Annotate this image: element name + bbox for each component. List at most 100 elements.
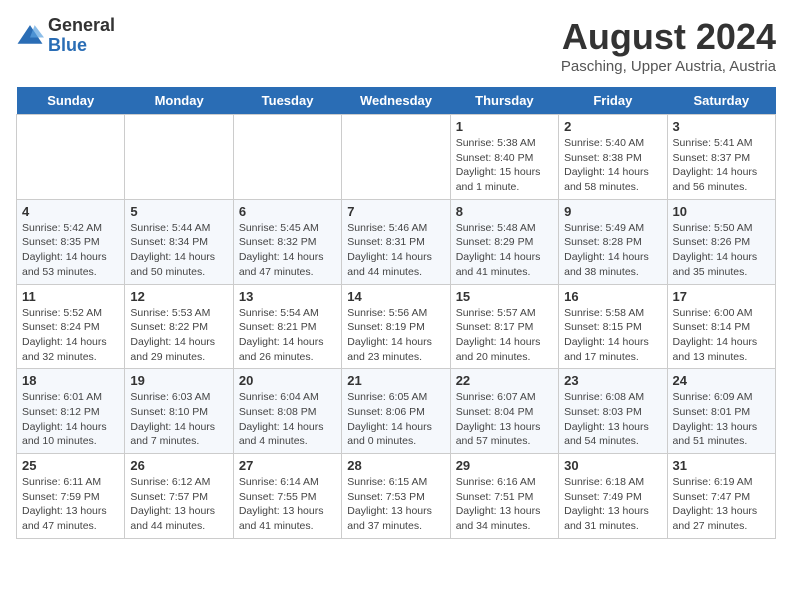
- date-number: 30: [564, 458, 661, 473]
- cell-info: Sunrise: 5:52 AMSunset: 8:24 PMDaylight:…: [22, 306, 119, 365]
- cell-info: Sunrise: 5:58 AMSunset: 8:15 PMDaylight:…: [564, 306, 661, 365]
- cell-info: Sunrise: 5:56 AMSunset: 8:19 PMDaylight:…: [347, 306, 444, 365]
- week-row-1: 1Sunrise: 5:38 AMSunset: 8:40 PMDaylight…: [17, 115, 776, 200]
- date-number: 18: [22, 373, 119, 388]
- main-title: August 2024: [561, 16, 776, 58]
- calendar-cell: [17, 115, 125, 200]
- date-number: 16: [564, 289, 661, 304]
- header-row: SundayMondayTuesdayWednesdayThursdayFrid…: [17, 87, 776, 115]
- cell-info: Sunrise: 6:14 AMSunset: 7:55 PMDaylight:…: [239, 475, 336, 534]
- date-number: 3: [673, 119, 770, 134]
- calendar-cell: 31 Sunrise: 6:19 AMSunset: 7:47 PMDayligh…: [667, 454, 775, 539]
- cell-info: Sunrise: 6:12 AMSunset: 7:57 PMDaylight:…: [130, 475, 227, 534]
- cell-info: Sunrise: 5:54 AMSunset: 8:21 PMDaylight:…: [239, 306, 336, 365]
- date-number: 28: [347, 458, 444, 473]
- week-row-5: 25Sunrise: 6:11 AMSunset: 7:59 PMDayligh…: [17, 454, 776, 539]
- calendar-cell: 21Sunrise: 6:05 AMSunset: 8:06 PMDayligh…: [342, 369, 450, 454]
- calendar-cell: 5 Sunrise: 5:44 AMSunset: 8:34 PMDaylight…: [125, 199, 233, 284]
- date-number: 9: [564, 204, 661, 219]
- cell-info: Sunrise: 6:00 AMSunset: 8:14 PMDaylight:…: [673, 306, 770, 365]
- cell-info: Sunrise: 5:53 AMSunset: 8:22 PMDaylight:…: [130, 306, 227, 365]
- logo: General Blue: [16, 16, 115, 56]
- header: General Blue August 2024 Pasching, Upper…: [16, 16, 776, 75]
- calendar-cell: 8 Sunrise: 5:48 AMSunset: 8:29 PMDaylight…: [450, 199, 558, 284]
- calendar-cell: 3Sunrise: 5:41 AMSunset: 8:37 PMDaylight…: [667, 115, 775, 200]
- date-number: 7: [347, 204, 444, 219]
- calendar-cell: 25Sunrise: 6:11 AMSunset: 7:59 PMDayligh…: [17, 454, 125, 539]
- date-number: 20: [239, 373, 336, 388]
- day-header-tuesday: Tuesday: [233, 87, 341, 115]
- day-header-monday: Monday: [125, 87, 233, 115]
- cell-info: Sunrise: 6:01 AMSunset: 8:12 PMDaylight:…: [22, 390, 119, 449]
- calendar-cell: [342, 115, 450, 200]
- calendar-cell: 29 Sunrise: 6:16 AMSunset: 7:51 PMDayligh…: [450, 454, 558, 539]
- cell-info: Sunrise: 6:16 AMSunset: 7:51 PMDaylight:…: [456, 475, 553, 534]
- calendar-cell: 28 Sunrise: 6:15 AMSunset: 7:53 PMDayligh…: [342, 454, 450, 539]
- date-number: 31: [673, 458, 770, 473]
- date-number: 23: [564, 373, 661, 388]
- calendar-cell: 10 Sunrise: 5:50 AMSunset: 8:26 PMDayligh…: [667, 199, 775, 284]
- date-number: 6: [239, 204, 336, 219]
- date-number: 22: [456, 373, 553, 388]
- cell-info: Sunrise: 5:50 AMSunset: 8:26 PMDaylight:…: [673, 221, 770, 280]
- day-header-saturday: Saturday: [667, 87, 775, 115]
- calendar-cell: 30 Sunrise: 6:18 AMSunset: 7:49 PMDayligh…: [559, 454, 667, 539]
- date-number: 12: [130, 289, 227, 304]
- date-number: 29: [456, 458, 553, 473]
- title-area: August 2024 Pasching, Upper Austria, Aus…: [561, 16, 776, 75]
- calendar-cell: 20 Sunrise: 6:04 AMSunset: 8:08 PMDayligh…: [233, 369, 341, 454]
- date-number: 24: [673, 373, 770, 388]
- calendar-cell: 22 Sunrise: 6:07 AMSunset: 8:04 PMDayligh…: [450, 369, 558, 454]
- date-number: 5: [130, 204, 227, 219]
- calendar-cell: [125, 115, 233, 200]
- logo-general: General: [48, 16, 115, 36]
- calendar-cell: 4Sunrise: 5:42 AMSunset: 8:35 PMDaylight…: [17, 199, 125, 284]
- cell-info: Sunrise: 6:15 AMSunset: 7:53 PMDaylight:…: [347, 475, 444, 534]
- calendar-cell: 17 Sunrise: 6:00 AMSunset: 8:14 PMDayligh…: [667, 284, 775, 369]
- date-number: 15: [456, 289, 553, 304]
- calendar-table: SundayMondayTuesdayWednesdayThursdayFrid…: [16, 87, 776, 539]
- calendar-cell: 12 Sunrise: 5:53 AMSunset: 8:22 PMDayligh…: [125, 284, 233, 369]
- calendar-cell: 24 Sunrise: 6:09 AMSunset: 8:01 PMDayligh…: [667, 369, 775, 454]
- date-number: 13: [239, 289, 336, 304]
- week-row-4: 18 Sunrise: 6:01 AMSunset: 8:12 PMDayligh…: [17, 369, 776, 454]
- date-number: 27: [239, 458, 336, 473]
- logo-text: General Blue: [48, 16, 115, 56]
- calendar-cell: [233, 115, 341, 200]
- cell-info: Sunrise: 6:03 AMSunset: 8:10 PMDaylight:…: [130, 390, 227, 449]
- calendar-cell: 6 Sunrise: 5:45 AMSunset: 8:32 PMDaylight…: [233, 199, 341, 284]
- date-number: 19: [130, 373, 227, 388]
- week-row-3: 11Sunrise: 5:52 AMSunset: 8:24 PMDayligh…: [17, 284, 776, 369]
- logo-icon: [16, 22, 44, 50]
- calendar-cell: 27 Sunrise: 6:14 AMSunset: 7:55 PMDayligh…: [233, 454, 341, 539]
- date-number: 14: [347, 289, 444, 304]
- calendar-cell: 16 Sunrise: 5:58 AMSunset: 8:15 PMDayligh…: [559, 284, 667, 369]
- date-number: 8: [456, 204, 553, 219]
- date-number: 1: [456, 119, 553, 134]
- date-number: 4: [22, 204, 119, 219]
- cell-info: Sunrise: 5:44 AMSunset: 8:34 PMDaylight:…: [130, 221, 227, 280]
- cell-info: Sunrise: 6:04 AMSunset: 8:08 PMDaylight:…: [239, 390, 336, 449]
- cell-info: Sunrise: 6:07 AMSunset: 8:04 PMDaylight:…: [456, 390, 553, 449]
- date-number: 26: [130, 458, 227, 473]
- date-number: 17: [673, 289, 770, 304]
- cell-info: Sunrise: 5:49 AMSunset: 8:28 PMDaylight:…: [564, 221, 661, 280]
- cell-info: Sunrise: 5:45 AMSunset: 8:32 PMDaylight:…: [239, 221, 336, 280]
- logo-blue: Blue: [48, 36, 115, 56]
- calendar-cell: 19 Sunrise: 6:03 AMSunset: 8:10 PMDayligh…: [125, 369, 233, 454]
- calendar-cell: 7Sunrise: 5:46 AMSunset: 8:31 PMDaylight…: [342, 199, 450, 284]
- day-header-wednesday: Wednesday: [342, 87, 450, 115]
- calendar-cell: 1Sunrise: 5:38 AMSunset: 8:40 PMDaylight…: [450, 115, 558, 200]
- cell-info: Sunrise: 6:18 AMSunset: 7:49 PMDaylight:…: [564, 475, 661, 534]
- cell-info: Sunrise: 5:40 AMSunset: 8:38 PMDaylight:…: [564, 136, 661, 195]
- cell-info: Sunrise: 6:05 AMSunset: 8:06 PMDaylight:…: [347, 390, 444, 449]
- day-header-thursday: Thursday: [450, 87, 558, 115]
- cell-info: Sunrise: 6:08 AMSunset: 8:03 PMDaylight:…: [564, 390, 661, 449]
- day-header-friday: Friday: [559, 87, 667, 115]
- cell-info: Sunrise: 5:48 AMSunset: 8:29 PMDaylight:…: [456, 221, 553, 280]
- subtitle: Pasching, Upper Austria, Austria: [561, 58, 776, 75]
- date-number: 10: [673, 204, 770, 219]
- cell-info: Sunrise: 6:09 AMSunset: 8:01 PMDaylight:…: [673, 390, 770, 449]
- cell-info: Sunrise: 6:19 AMSunset: 7:47 PMDaylight:…: [673, 475, 770, 534]
- calendar-cell: 14 Sunrise: 5:56 AMSunset: 8:19 PMDayligh…: [342, 284, 450, 369]
